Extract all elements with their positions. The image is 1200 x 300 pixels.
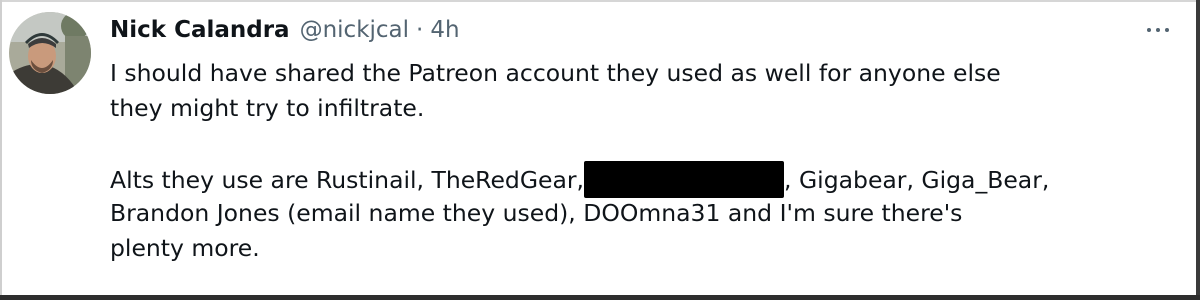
separator-dot: · [416,17,424,43]
tweet-card[interactable]: Nick Calandra @nickjcal · 4h I should ha… [0,0,1200,300]
tweet-text-line-1: I should have shared the Patreon account… [110,59,1001,87]
left-border [0,0,2,300]
tweet-text-line-4: Alts they use are Rustinail, TheRedGear,… [110,161,1190,198]
tweet-header: Nick Calandra @nickjcal · 4h [110,10,1190,50]
tweet-text: I should have shared the Patreon account… [110,56,1190,266]
paragraph-break [110,126,1190,161]
top-border [0,0,1200,2]
tweet-body: Nick Calandra @nickjcal · 4h I should ha… [110,10,1190,266]
alts-text-before: Alts they use are Rustinail, TheRedGear, [110,166,585,194]
tweet-text-line-5: Brandon Jones (email name they used), DO… [110,199,963,227]
tweet-text-line-6: plenty more. [110,234,260,262]
more-dot-icon [1156,28,1160,32]
more-dot-icon [1165,28,1169,32]
right-border [1196,0,1200,300]
display-name[interactable]: Nick Calandra [110,17,290,43]
avatar[interactable] [9,12,91,94]
more-dot-icon [1147,28,1151,32]
user-avatar-icon [9,12,91,94]
timestamp[interactable]: 4h [430,17,459,43]
redaction-box [584,161,785,198]
bottom-border [0,295,1200,300]
more-options-button[interactable] [1138,18,1178,42]
tweet-text-line-2: they might try to infiltrate. [110,94,425,122]
alts-text-after: , Gigabear, Giga_Bear, [784,166,1050,194]
user-handle[interactable]: @nickjcal [300,17,409,43]
